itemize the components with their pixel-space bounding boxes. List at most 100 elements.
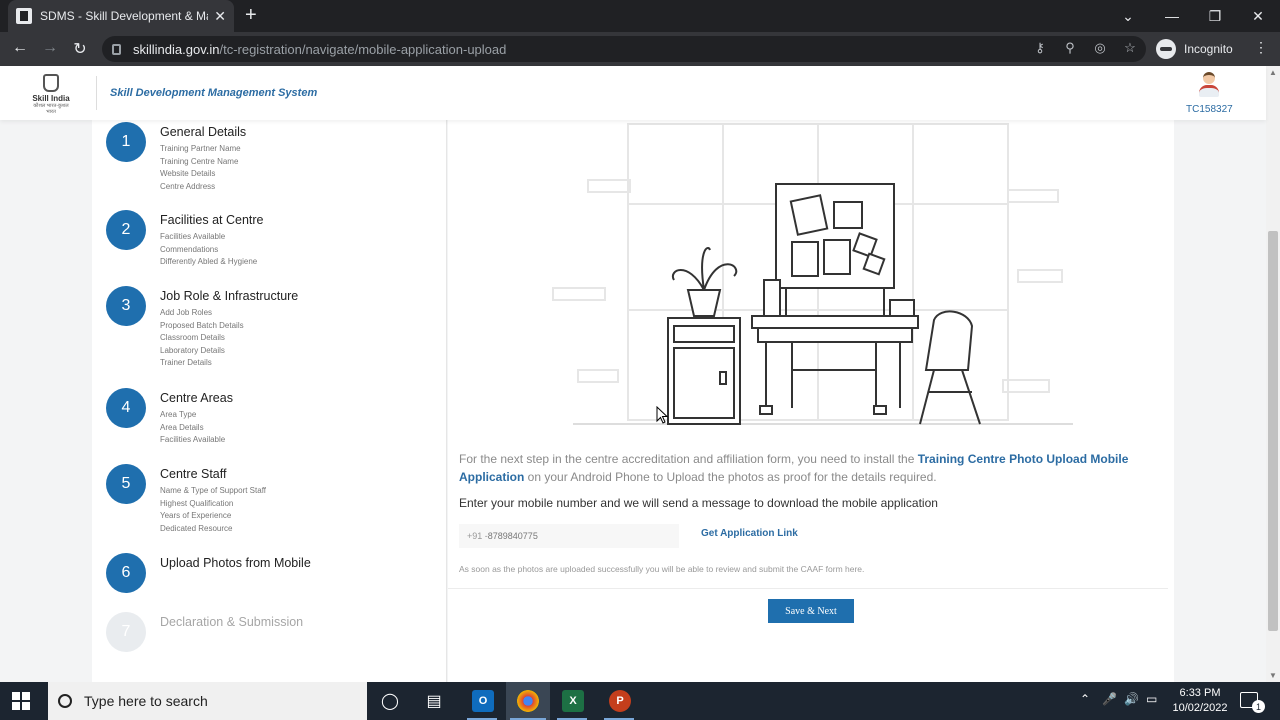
page-favicon-icon [16, 8, 32, 24]
bookmark-star-icon[interactable]: ☆ [1121, 40, 1139, 56]
info-prefix: For the next step in the centre accredit… [459, 452, 918, 466]
scrollbar-thumb[interactable] [1268, 231, 1278, 631]
microphone-icon[interactable]: 🎤 [1102, 692, 1117, 706]
step-subitem: Dedicated Resource [160, 523, 233, 533]
url-domain: skillindia.gov.in [133, 41, 220, 57]
powerpoint-icon[interactable]: P [609, 690, 631, 712]
eye-off-icon[interactable]: ◎ [1091, 40, 1109, 56]
windows-start-icon[interactable] [12, 692, 30, 710]
windows-taskbar: Type here to search ◯ ▤ O X P ⌃ 🎤 🔊 ▭ 6:… [0, 682, 1280, 720]
logo-tagline: कौशल भारत-कुशल भारत [33, 103, 69, 115]
mouse-cursor-icon [656, 406, 668, 424]
user-avatar-icon[interactable] [1198, 72, 1220, 100]
step-subitem: Highest Qualification [160, 498, 234, 508]
page-scrollbar[interactable]: ▲ ▼ [1266, 66, 1280, 682]
step-number: 1 [106, 122, 146, 162]
scroll-down-icon[interactable]: ▼ [1269, 671, 1277, 680]
main-content: For the next step in the centre accredit… [448, 120, 1174, 682]
incognito-profile[interactable]: Incognito [1156, 37, 1233, 61]
chrome-icon[interactable] [517, 690, 539, 712]
header-divider [96, 76, 97, 110]
volume-icon[interactable]: 🔊 [1124, 692, 1139, 706]
incognito-icon [1156, 39, 1176, 59]
step-number: 7 [106, 612, 146, 652]
step-number: 5 [106, 464, 146, 504]
cortana-icon[interactable]: ◯ [376, 688, 404, 714]
get-application-link-button[interactable]: Get Application Link [701, 528, 798, 539]
site-header: Skill India कौशल भारत-कुशल भारत Skill De… [0, 66, 1266, 120]
minimize-window-button[interactable]: — [1150, 0, 1194, 32]
tray-chevron-up-icon[interactable]: ⌃ [1080, 692, 1090, 706]
step-number: 4 [106, 388, 146, 428]
user-id[interactable]: TC158327 [1186, 104, 1233, 115]
clock-date: 10/02/2022 [1172, 702, 1228, 714]
zoom-icon[interactable]: ⚲ [1061, 40, 1079, 56]
battery-icon[interactable]: ▭ [1146, 692, 1157, 706]
step-subitem: Area Type [160, 410, 197, 419]
task-view-icon[interactable]: ▤ [420, 688, 448, 714]
search-icon [58, 694, 72, 708]
info-suffix: on your Android Phone to Upload the phot… [524, 470, 937, 484]
office-illustration [552, 123, 1073, 425]
reload-icon[interactable]: ↻ [70, 39, 90, 59]
step-title: Centre Areas [160, 391, 233, 405]
step-number: 3 [106, 286, 146, 326]
country-code-prefix: +91 - [467, 531, 488, 541]
taskbar-search-box[interactable]: Type here to search [48, 682, 367, 720]
taskbar-search-placeholder: Type here to search [84, 693, 208, 709]
excel-icon[interactable]: X [562, 690, 584, 712]
browser-tab-strip: SDMS - Skill Development & Ma ✕ + ⌄ — ❐ … [0, 0, 1280, 32]
lock-icon [112, 43, 121, 55]
section-divider [448, 588, 1168, 589]
mobile-number-value: 8789840775 [487, 531, 538, 541]
step-title: Job Role & Infrastructure [160, 289, 299, 303]
tab-title: SDMS - Skill Development & Ma [40, 9, 208, 23]
step-title: Centre Staff [160, 467, 227, 481]
step-subitem: Centre Address [160, 181, 216, 191]
step-subitem: Commendations [160, 244, 219, 254]
step-subitem: Add Job Roles [160, 308, 213, 317]
step-subitem: Facilities Available [160, 232, 226, 241]
key-icon[interactable]: ⚷ [1031, 40, 1049, 56]
step-subitem: Years of Experience [160, 511, 232, 520]
stepper-sidebar: 1 General Details Training Partner Name … [92, 120, 447, 682]
mobile-number-input[interactable]: +91 - 8789840775 [459, 524, 679, 548]
scroll-up-icon[interactable]: ▲ [1269, 68, 1277, 77]
browser-menu-icon[interactable]: ⋮ [1254, 39, 1268, 56]
notification-count-badge: 1 [1252, 700, 1265, 713]
step-subitem: Proposed Batch Details [160, 320, 244, 330]
incognito-label: Incognito [1184, 42, 1233, 56]
step-subitem: Trainer Details [160, 358, 212, 367]
save-next-button[interactable]: Save & Next [768, 599, 854, 623]
step-title: Upload Photos from Mobile [160, 556, 311, 570]
tab-close-icon[interactable]: ✕ [214, 8, 226, 25]
system-title: Skill Development Management System [110, 87, 318, 99]
restore-window-button[interactable]: ❐ [1193, 0, 1237, 32]
new-tab-button[interactable]: + [245, 5, 257, 25]
address-bar[interactable]: skillindia.gov.in /tc-registration/navig… [102, 36, 1146, 62]
system-clock[interactable]: 6:33 PM 10/02/2022 [1168, 686, 1232, 716]
step-subitem: Website Details [160, 169, 216, 178]
step-subitem: Differently Abled & Hygiene [160, 257, 258, 266]
browser-tab[interactable]: SDMS - Skill Development & Ma ✕ [8, 0, 234, 32]
clock-time: 6:33 PM [1179, 687, 1221, 699]
step-title: Facilities at Centre [160, 213, 264, 227]
step-title: General Details [160, 125, 247, 139]
close-window-button[interactable]: ✕ [1236, 0, 1280, 32]
step-subitem: Training Partner Name [160, 144, 241, 153]
forward-arrow-icon[interactable]: → [40, 39, 60, 57]
upload-note: As soon as the photos are uploaded succe… [459, 564, 865, 574]
back-arrow-icon[interactable]: ← [10, 39, 30, 57]
step-title: Declaration & Submission [160, 615, 304, 629]
step-subitem: Laboratory Details [160, 345, 225, 355]
url-path: /tc-registration/navigate/mobile-applica… [219, 41, 507, 57]
step-subitem: Area Details [160, 422, 204, 432]
step-subitem: Facilities Available [160, 435, 226, 444]
tab-search-dropdown-icon[interactable]: ⌄ [1106, 0, 1150, 32]
outlook-icon[interactable]: O [472, 690, 494, 712]
step-number: 2 [106, 210, 146, 250]
skill-india-logo[interactable]: Skill India कौशल भारत-कुशल भारत [28, 74, 74, 115]
step-subitem: Classroom Details [160, 333, 225, 342]
step-subitem: Name & Type of Support Staff [160, 486, 266, 495]
enter-mobile-instruction: Enter your mobile number and we will sen… [459, 496, 938, 510]
